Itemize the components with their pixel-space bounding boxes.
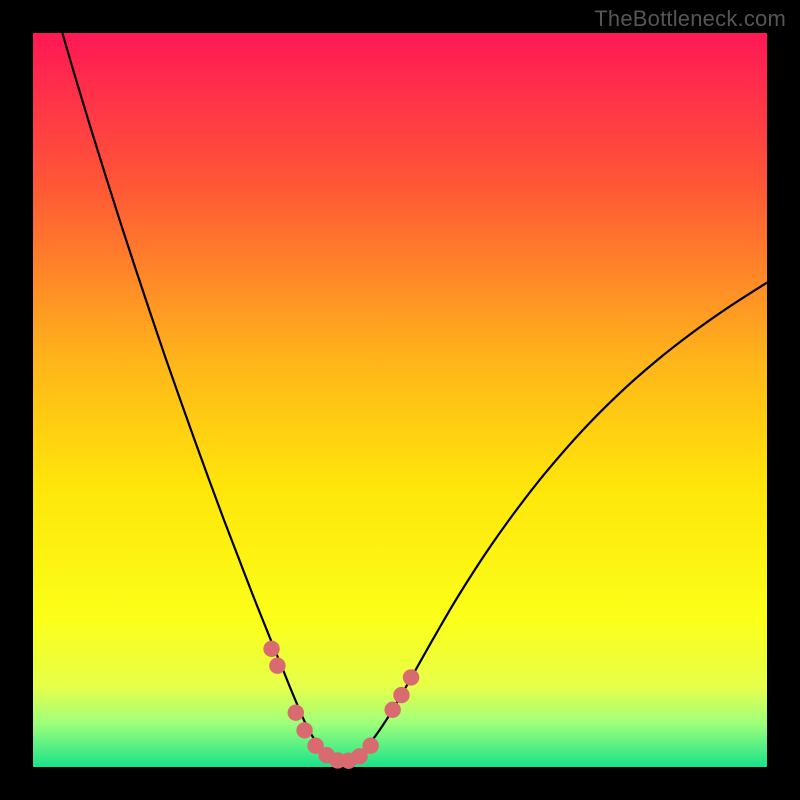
marker-point (269, 658, 285, 674)
marker-group (263, 641, 419, 769)
watermark-text: TheBottleneck.com (594, 6, 786, 32)
marker-point (393, 687, 409, 703)
marker-point (263, 641, 279, 657)
marker-point (403, 669, 419, 685)
chart-frame: TheBottleneck.com (0, 0, 800, 800)
marker-point (362, 738, 378, 754)
chart-overlay (33, 33, 767, 767)
marker-point (296, 722, 312, 738)
series-left-branch (62, 33, 341, 762)
marker-point (384, 702, 400, 718)
marker-point (288, 704, 304, 720)
